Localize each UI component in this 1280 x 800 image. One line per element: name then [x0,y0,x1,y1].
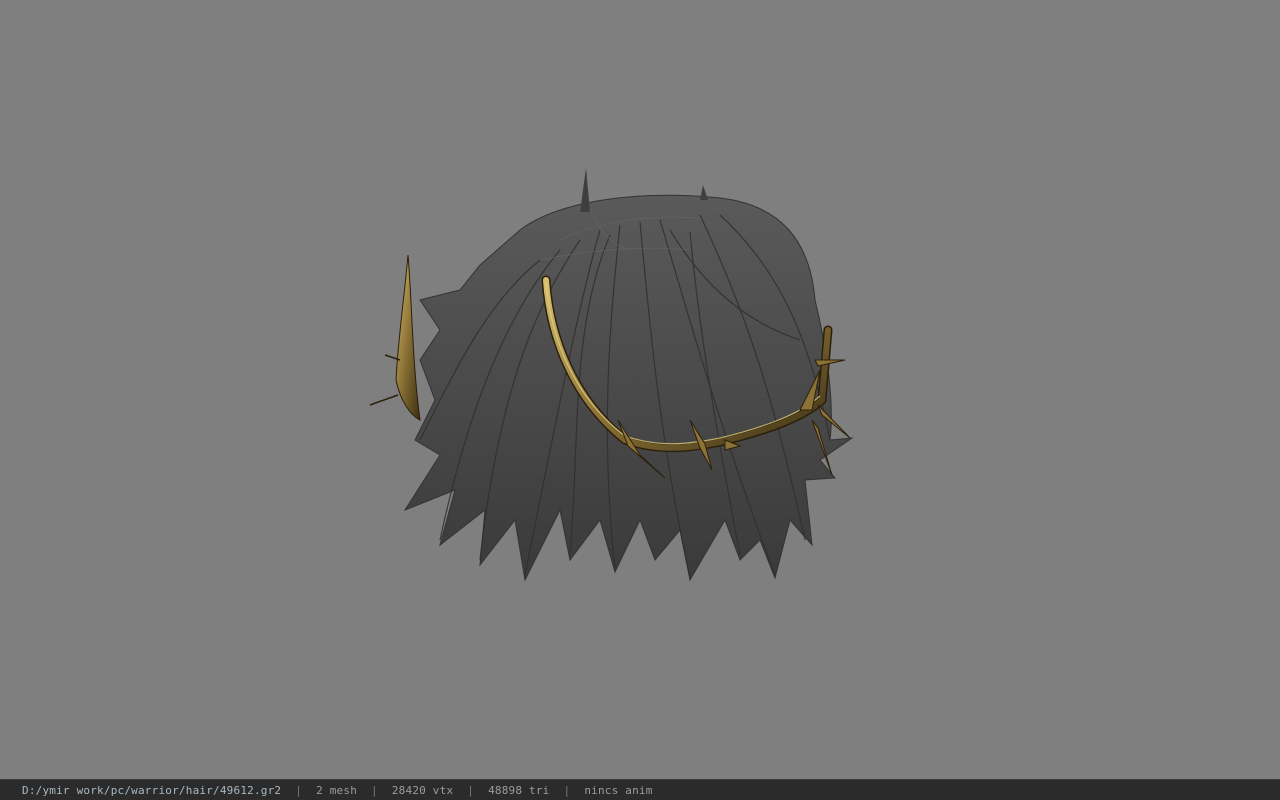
status-bar: D:/ymir work/pc/warrior/hair/49612.gr2 |… [0,779,1280,800]
hair-mass [403,194,854,582]
top-spike-2 [700,185,708,200]
vertex-count: 28420 vtx [391,783,454,797]
left-horn [395,254,421,421]
separator: | [467,783,475,797]
separator: | [563,783,571,797]
separator: | [371,783,378,797]
3d-viewport[interactable] [0,0,1280,779]
file-path: D:/ymir work/pc/warrior/hair/49612.gr2 [22,783,282,797]
mesh-count: 2 mesh [316,783,358,797]
hair-model [369,168,854,582]
top-spike [580,168,590,212]
separator: | [295,783,303,797]
anim-status: nincs anim [584,783,653,797]
triangle-count: 48898 tri [488,783,550,797]
